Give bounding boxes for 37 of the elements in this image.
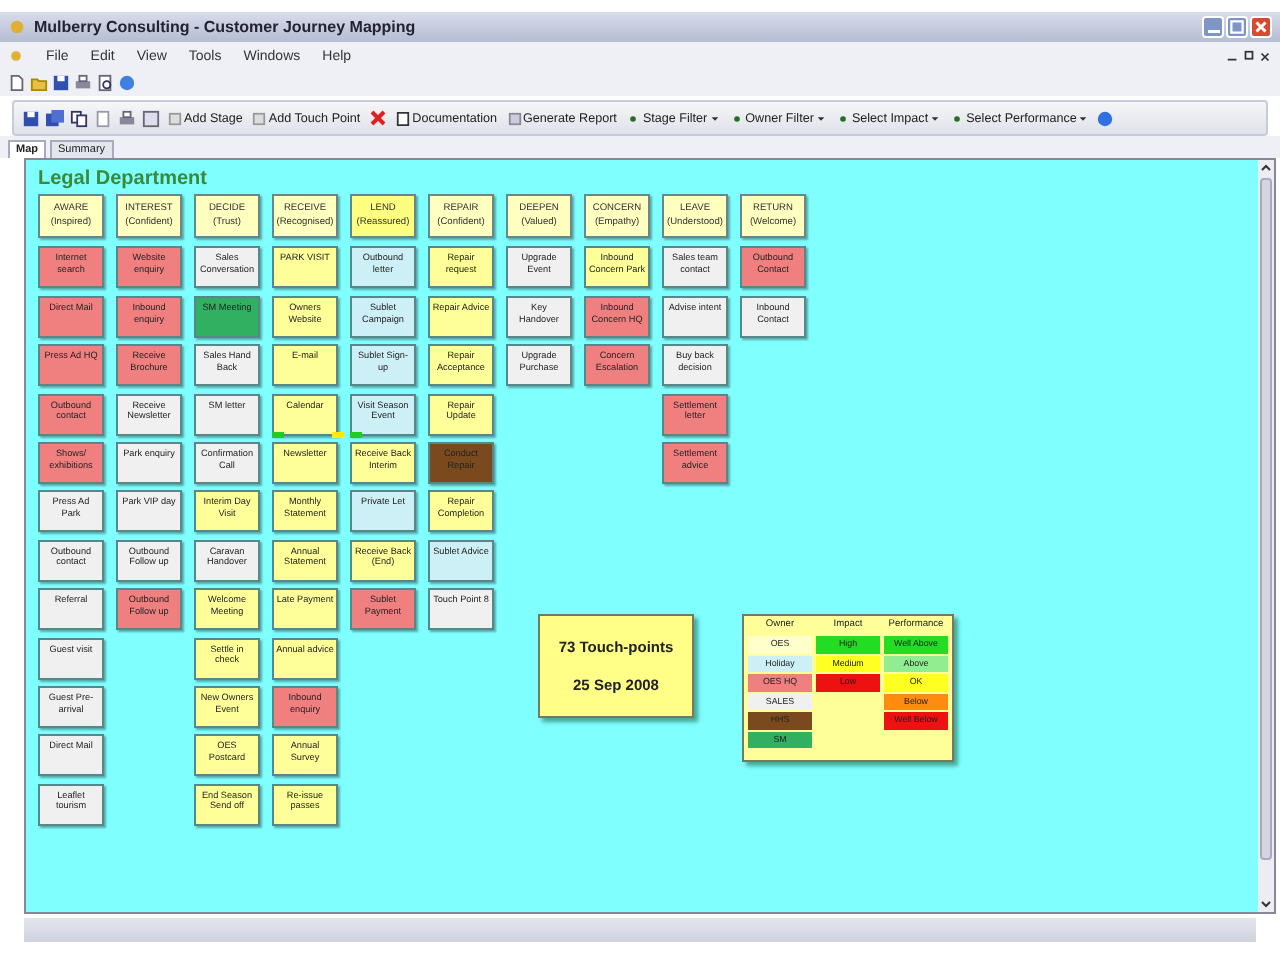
square-icon (252, 111, 267, 125)
close-icon (1252, 18, 1270, 36)
maximize-button[interactable] (1226, 16, 1248, 38)
copy-icon[interactable] (70, 109, 88, 127)
print-preview-icon[interactable] (96, 74, 114, 92)
print-icon[interactable] (74, 74, 92, 92)
page-icon[interactable] (94, 109, 112, 127)
dot-icon (729, 111, 744, 125)
department-title: Legal Department (38, 168, 209, 190)
square-icon (168, 111, 182, 125)
caret-icon (1078, 113, 1089, 123)
window-title: Mulberry Consulting - Customer Journey Mapping (34, 18, 416, 36)
page-icon (396, 111, 411, 125)
caret-icon (709, 113, 720, 123)
save-icon[interactable] (22, 109, 40, 127)
close-button[interactable] (1250, 16, 1272, 38)
report-icon (507, 111, 522, 125)
minimize-button[interactable] (1202, 16, 1224, 38)
delete-icon[interactable] (368, 108, 389, 128)
new-file-icon[interactable] (8, 74, 26, 92)
info-icon[interactable] (1096, 109, 1115, 127)
save-icon[interactable] (52, 74, 70, 92)
vertical-scrollbar[interactable] (1258, 160, 1274, 912)
scroll-up-icon[interactable] (1258, 160, 1274, 176)
save-all-icon[interactable] (46, 109, 64, 127)
maximize-icon (1228, 18, 1246, 36)
restore-icon[interactable] (1242, 49, 1256, 63)
minimize-icon (1207, 30, 1219, 33)
app-icon (8, 18, 26, 36)
scroll-down-icon[interactable] (1258, 896, 1274, 912)
caret-icon (815, 113, 826, 123)
print-icon[interactable] (118, 109, 136, 127)
caret-icon (930, 113, 941, 123)
dot-icon (950, 111, 965, 125)
dot-icon (626, 111, 641, 125)
close-icon[interactable] (1258, 49, 1272, 63)
dot-icon (835, 111, 850, 125)
